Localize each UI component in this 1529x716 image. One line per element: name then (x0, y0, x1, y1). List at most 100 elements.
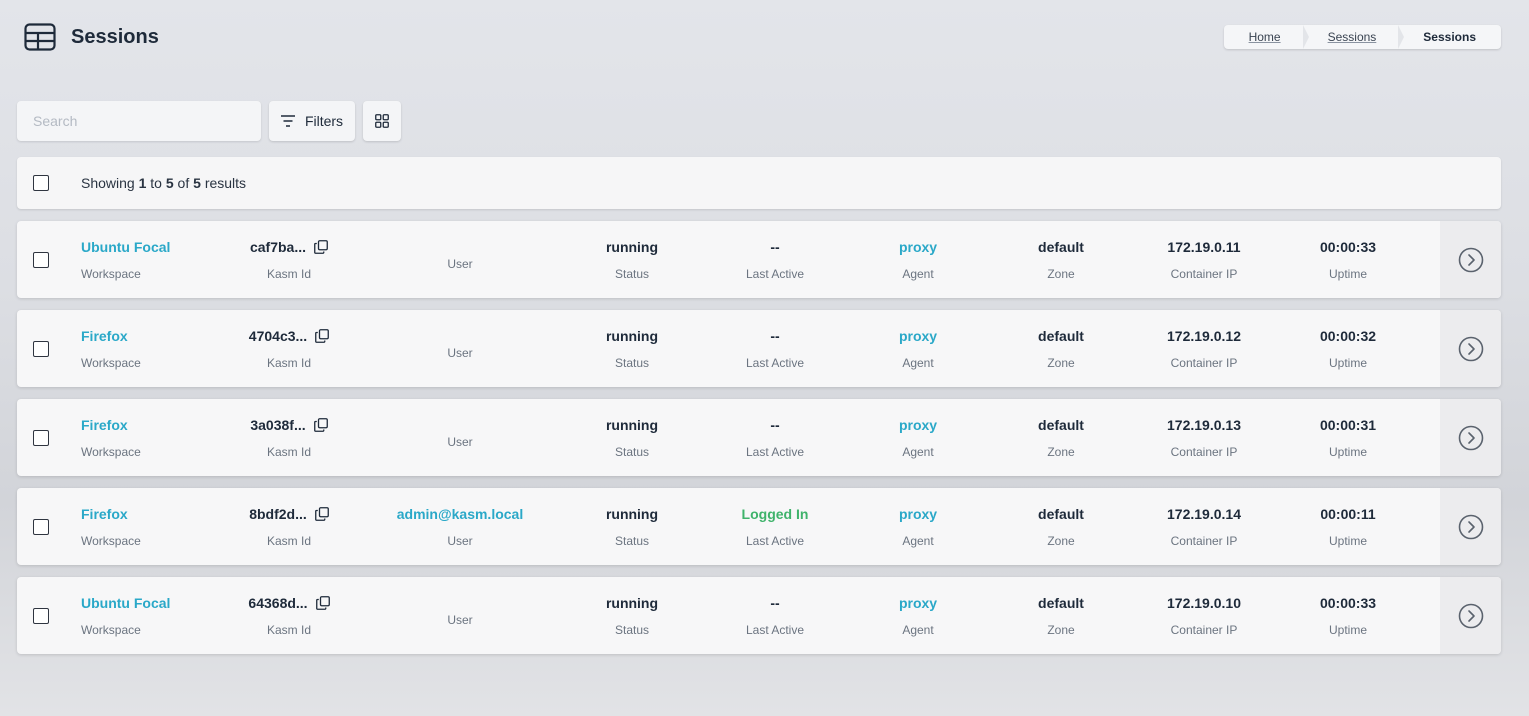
copy-icon[interactable] (314, 240, 328, 254)
session-checkbox[interactable] (33, 519, 49, 535)
zone-cell: default Zone (1001, 221, 1121, 298)
user-cell: admin@kasm.local User (380, 488, 540, 565)
session-detail-button[interactable] (1440, 399, 1501, 476)
breadcrumb-home[interactable]: Home (1224, 25, 1309, 49)
kasm-id-text: 64368d... (248, 595, 308, 611)
user-cell: User (380, 577, 540, 654)
workspace-link[interactable]: Firefox (81, 328, 128, 344)
status-cell: running Status (572, 399, 692, 476)
session-checkbox[interactable] (33, 430, 49, 446)
workspace-label: Workspace (81, 445, 141, 459)
agent-cell: proxy Agent (858, 221, 978, 298)
session-row: Firefox Workspace 8bdf2d... Kasm Id admi… (17, 488, 1501, 565)
session-detail-button[interactable] (1440, 488, 1501, 565)
container-ip-value: 172.19.0.12 (1167, 328, 1241, 344)
user-label: User (447, 435, 473, 449)
kasm-id-text: 8bdf2d... (249, 506, 307, 522)
uptime-label: Uptime (1328, 445, 1367, 459)
user-cell: User (380, 221, 540, 298)
breadcrumb-sessions[interactable]: Sessions (1303, 25, 1404, 49)
status-value: running (605, 506, 659, 522)
kasm-id-value: 64368d... (229, 595, 349, 611)
container-ip-value: 172.19.0.13 (1167, 417, 1241, 433)
uptime-value: 00:00:33 (1319, 595, 1377, 611)
workspace-link[interactable]: Ubuntu Focal (81, 595, 170, 611)
zone-cell: default Zone (1001, 488, 1121, 565)
session-detail-button[interactable] (1440, 221, 1501, 298)
uptime-label: Uptime (1328, 267, 1367, 281)
uptime-cell: 00:00:11 Uptime (1288, 488, 1408, 565)
user-cell: User (380, 310, 540, 387)
kasm-id-label: Kasm Id (266, 267, 311, 281)
toolbar: Filters (17, 101, 401, 141)
user-cell: User (380, 399, 540, 476)
last-active-label: Last Active (745, 356, 805, 370)
copy-icon[interactable] (314, 507, 329, 521)
session-row: Firefox Workspace 3a038f... Kasm Id User… (17, 399, 1501, 476)
zone-value: default (1038, 595, 1084, 611)
workspace-cell: Firefox Workspace (81, 399, 231, 476)
copy-icon[interactable] (313, 418, 328, 432)
status-cell: running Status (572, 488, 692, 565)
container-ip-value: 172.19.0.10 (1167, 595, 1241, 611)
last-active-label: Last Active (745, 623, 805, 637)
uptime-cell: 00:00:31 Uptime (1288, 399, 1408, 476)
session-detail-button[interactable] (1440, 310, 1501, 387)
workspace-label: Workspace (81, 623, 141, 637)
workspace-link[interactable]: Firefox (81, 506, 128, 522)
session-detail-button[interactable] (1440, 577, 1501, 654)
status-value: running (605, 595, 659, 611)
zone-label: Zone (1047, 445, 1075, 459)
workspace-link[interactable]: Ubuntu Focal (81, 239, 170, 255)
agent-cell: proxy Agent (858, 577, 978, 654)
agent-cell: proxy Agent (858, 488, 978, 565)
container-ip-cell: 172.19.0.11 Container IP (1144, 221, 1264, 298)
agent-link[interactable]: proxy (858, 239, 978, 255)
uptime-value: 00:00:33 (1319, 239, 1377, 255)
session-checkbox[interactable] (33, 252, 49, 268)
kasm-id-label: Kasm Id (266, 534, 311, 548)
status-value: running (605, 417, 659, 433)
agent-link[interactable]: proxy (858, 417, 978, 433)
uptime-value: 00:00:32 (1319, 328, 1377, 344)
session-checkbox[interactable] (33, 341, 49, 357)
last-active-value: -- (770, 328, 780, 344)
agent-link[interactable]: proxy (858, 595, 978, 611)
uptime-label: Uptime (1328, 356, 1367, 370)
agent-cell: proxy Agent (858, 310, 978, 387)
user-label: User (447, 346, 473, 360)
kasm-id-cell: 3a038f... Kasm Id (229, 399, 349, 476)
zone-cell: default Zone (1001, 310, 1121, 387)
copy-icon[interactable] (315, 596, 330, 610)
kasm-id-cell: 4704c3... Kasm Id (229, 310, 349, 387)
container-ip-label: Container IP (1170, 534, 1238, 548)
container-ip-cell: 172.19.0.13 Container IP (1144, 399, 1264, 476)
session-checkbox[interactable] (33, 608, 49, 624)
status-cell: running Status (572, 221, 692, 298)
user-label: User (447, 257, 473, 271)
status-label: Status (614, 356, 650, 370)
grid-icon (375, 114, 389, 128)
agent-link[interactable]: proxy (858, 506, 978, 522)
results-summary-text: Showing 1 to 5 of 5 results (81, 175, 247, 191)
workspace-link[interactable]: Firefox (81, 417, 128, 433)
zone-label: Zone (1047, 623, 1075, 637)
copy-icon[interactable] (315, 329, 330, 343)
search-input[interactable] (17, 101, 261, 141)
chevron-right-circle-icon (1458, 603, 1483, 628)
zone-label: Zone (1047, 267, 1075, 281)
uptime-cell: 00:00:33 Uptime (1288, 221, 1408, 298)
zone-cell: default Zone (1001, 577, 1121, 654)
filters-button[interactable]: Filters (269, 101, 355, 141)
select-all-checkbox[interactable] (33, 175, 49, 191)
grid-view-button[interactable] (363, 101, 401, 141)
user-label: User (447, 613, 473, 627)
last-active-cell: Logged In Last Active (715, 488, 835, 565)
status-label: Status (614, 445, 650, 459)
kasm-id-value: 8bdf2d... (229, 506, 349, 522)
user-value[interactable]: admin@kasm.local (380, 506, 540, 522)
kasm-id-label: Kasm Id (266, 623, 311, 637)
container-ip-value: 172.19.0.11 (1167, 239, 1241, 255)
status-label: Status (614, 534, 650, 548)
agent-link[interactable]: proxy (858, 328, 978, 344)
